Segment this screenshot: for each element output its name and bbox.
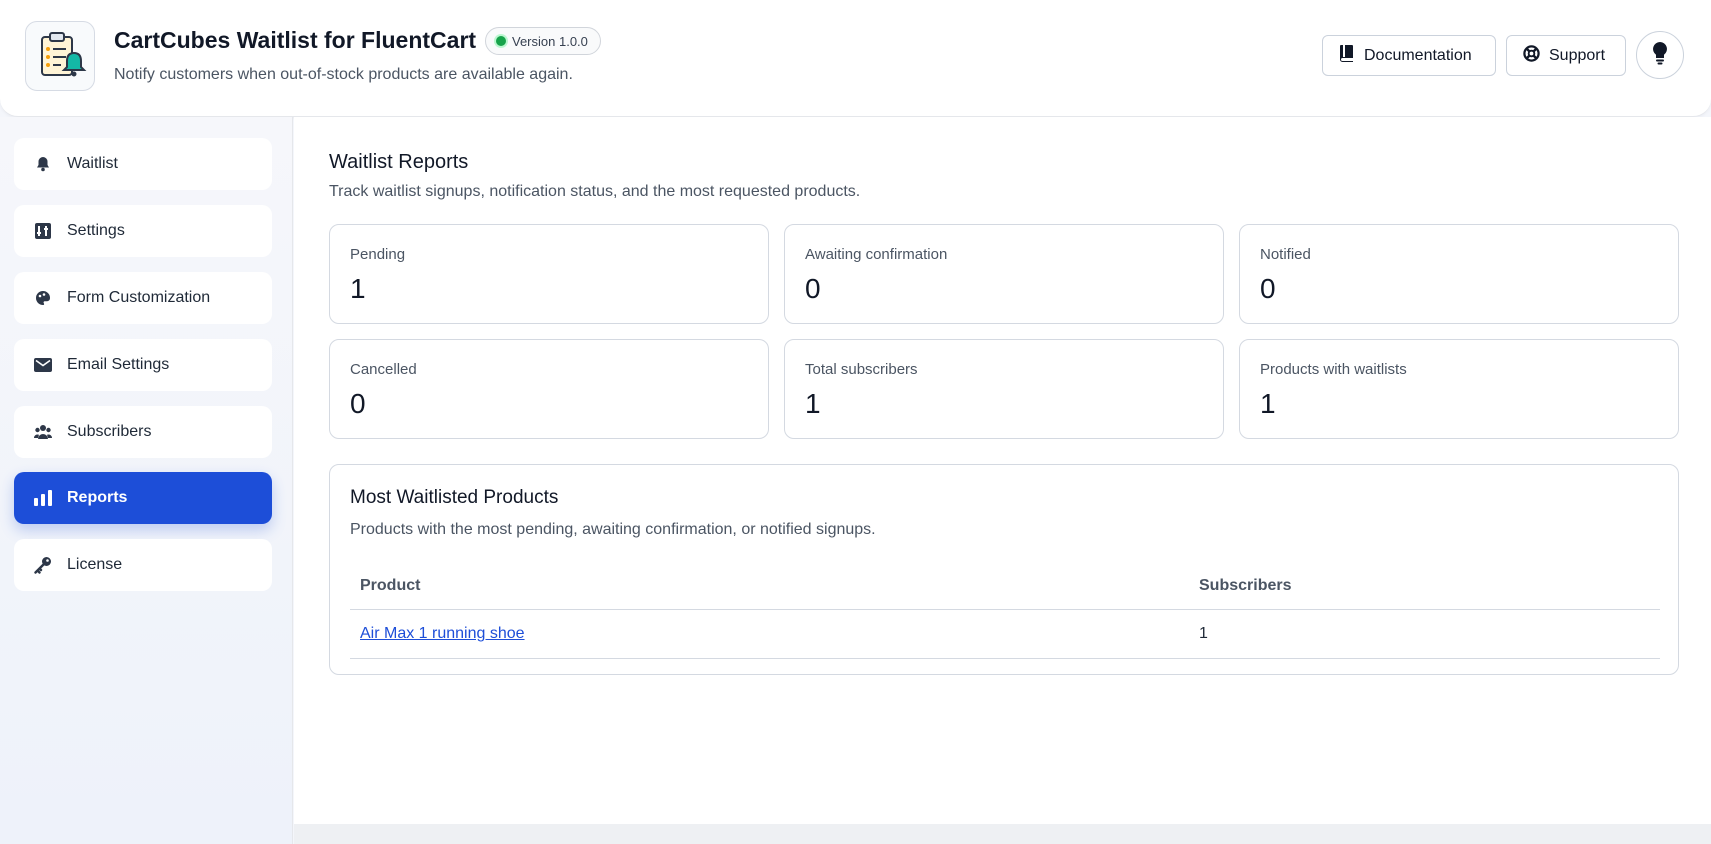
app-title: CartCubes Waitlist for FluentCart <box>114 27 477 53</box>
sidebar-item-form-customization[interactable]: Form Customization <box>14 272 272 324</box>
stat-value: 0 <box>805 273 821 304</box>
table-header: Product Subscribers <box>350 562 1660 610</box>
sidebar: Waitlist Settings Form Customization Ema… <box>0 117 293 844</box>
stat-label: Notified <box>1260 246 1311 263</box>
stat-value: 1 <box>805 388 821 419</box>
sidebar-item-subscribers[interactable]: Subscribers <box>14 406 272 458</box>
bell-icon <box>34 155 52 173</box>
sidebar-item-email-settings[interactable]: Email Settings <box>14 339 272 391</box>
stat-card-awaiting-confirmation: Awaiting confirmation 0 <box>784 224 1224 324</box>
main-content: Waitlist Reports Track waitlist signups,… <box>294 117 1711 824</box>
book-icon <box>1339 44 1355 67</box>
product-cell: Air Max 1 running shoe <box>360 610 525 658</box>
status-dot-icon <box>496 36 506 46</box>
bar-chart-icon <box>34 489 52 507</box>
lightbulb-icon <box>1652 41 1668 70</box>
sidebar-item-reports[interactable]: Reports <box>14 472 272 524</box>
theme-toggle-button[interactable] <box>1636 31 1684 79</box>
section-description: Products with the most pending, awaiting… <box>350 521 876 538</box>
sidebar-item-label: Waitlist <box>67 155 118 172</box>
envelope-icon <box>34 356 52 374</box>
sidebar-item-label: Form Customization <box>67 289 211 306</box>
stat-card-notified: Notified 0 <box>1239 224 1679 324</box>
documentation-label: Documentation <box>1364 46 1472 64</box>
app-subtitle: Notify customers when out-of-stock produ… <box>114 66 573 83</box>
stat-value: 1 <box>350 273 366 304</box>
version-label: Version 1.0.0 <box>512 33 588 49</box>
table-row: Air Max 1 running shoe 1 <box>350 610 1660 659</box>
stat-label: Awaiting confirmation <box>805 246 948 263</box>
lifebuoy-icon <box>1523 44 1540 67</box>
stat-card-total-subscribers: Total subscribers 1 <box>784 339 1224 439</box>
sidebar-item-waitlist[interactable]: Waitlist <box>14 138 272 190</box>
key-icon <box>34 556 52 574</box>
page-description: Track waitlist signups, notification sta… <box>329 183 861 200</box>
most-waitlisted-products-card: Most Waitlisted Products Products with t… <box>329 464 1679 675</box>
stat-label: Pending <box>350 246 406 263</box>
stat-label: Products with waitlists <box>1260 361 1407 378</box>
stat-value: 1 <box>1260 388 1276 419</box>
stat-card-cancelled: Cancelled 0 <box>329 339 769 439</box>
stat-label: Total subscribers <box>805 361 918 378</box>
stat-label: Cancelled <box>350 361 417 378</box>
footer-strip <box>294 824 1711 844</box>
product-link[interactable]: Air Max 1 running shoe <box>360 625 525 643</box>
sidebar-item-label: Reports <box>67 489 128 506</box>
stat-value: 0 <box>1260 273 1276 304</box>
version-badge: Version 1.0.0 <box>485 27 601 55</box>
column-header-product: Product <box>360 576 421 594</box>
sliders-icon <box>34 222 52 240</box>
sidebar-item-label: Settings <box>67 222 125 239</box>
app-header: CartCubes Waitlist for FluentCart Versio… <box>0 0 1711 117</box>
section-title: Most Waitlisted Products <box>350 487 559 508</box>
stat-value: 0 <box>350 388 366 419</box>
sidebar-item-settings[interactable]: Settings <box>14 205 272 257</box>
clipboard-bell-icon <box>25 21 95 91</box>
column-header-subscribers: Subscribers <box>1199 576 1292 594</box>
sidebar-item-label: Email Settings <box>67 356 170 373</box>
page-title: Waitlist Reports <box>329 151 469 173</box>
sidebar-item-label: Subscribers <box>67 423 152 440</box>
stat-card-pending: Pending 1 <box>329 224 769 324</box>
support-label: Support <box>1549 46 1606 64</box>
palette-icon <box>34 289 52 307</box>
subscribers-count-cell: 1 <box>1199 625 1208 642</box>
users-icon <box>34 423 52 441</box>
stat-card-products-with-waitlists: Products with waitlists 1 <box>1239 339 1679 439</box>
sidebar-item-license[interactable]: License <box>14 539 272 591</box>
support-button[interactable]: Support <box>1506 35 1626 76</box>
documentation-button[interactable]: Documentation <box>1322 35 1496 76</box>
sidebar-item-label: License <box>67 556 123 573</box>
